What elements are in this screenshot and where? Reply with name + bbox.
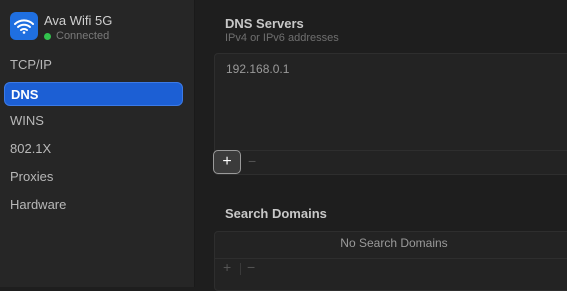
search-domains-title: Search Domains [225,206,327,221]
remove-search-domain-button[interactable]: − [247,259,255,275]
wifi-icon [10,12,38,40]
dns-servers-title: DNS Servers [225,16,304,31]
status-dot-icon [44,32,51,40]
empty-state-text: No Search Domains [340,236,448,250]
sidebar-item-dns[interactable]: DNS [4,82,183,106]
network-header: Ava Wifi 5G Connected [10,12,112,43]
sidebar-item-tcpip[interactable]: TCP/IP [4,53,183,77]
list-footer [215,258,567,281]
dns-servers-subtitle: IPv4 or IPv6 addresses [225,32,339,44]
sidebar: Ava Wifi 5G Connected TCP/IP DNS WINS 80… [0,0,195,287]
dns-servers-list[interactable]: 192.168.0.1 [214,53,567,175]
network-status: Connected [44,29,112,43]
remove-dns-server-button[interactable]: − [248,153,256,169]
network-status-label: Connected [56,30,110,42]
sidebar-item-wins[interactable]: WINS [4,109,183,133]
sidebar-item-hardware[interactable]: Hardware [4,193,183,217]
search-domains-list[interactable]: No Search Domains + − [214,231,567,291]
button-divider [240,263,241,275]
list-item[interactable]: 192.168.0.1 [226,62,289,76]
list-footer [215,150,567,174]
add-search-domain-button[interactable]: + [223,259,231,275]
sidebar-item-proxies[interactable]: Proxies [4,165,183,189]
sidebar-item-8021x[interactable]: 802.1X [4,137,183,161]
network-name: Ava Wifi 5G [44,13,113,28]
add-dns-server-button[interactable]: + [213,150,241,174]
